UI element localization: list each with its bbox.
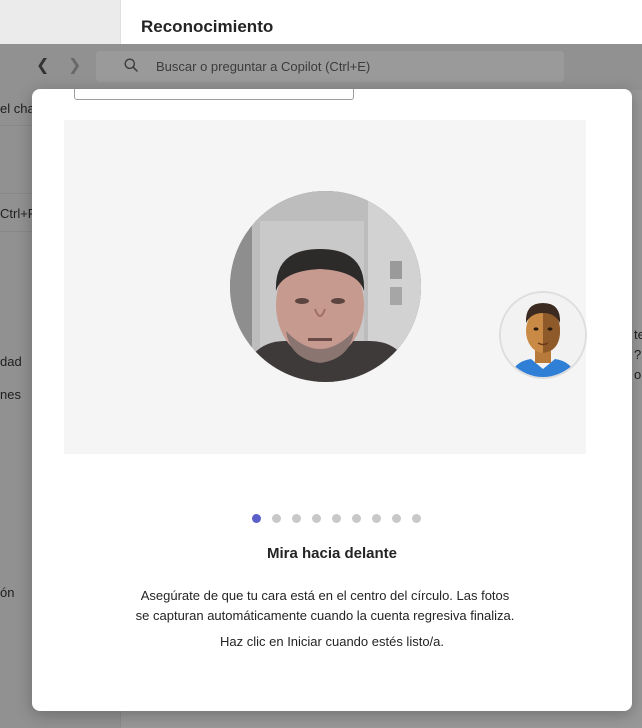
progress-dot-6 bbox=[351, 514, 361, 523]
progress-dot-8 bbox=[391, 514, 401, 523]
page-title: Reconocimiento bbox=[141, 17, 274, 36]
progress-dot-9 bbox=[411, 514, 421, 523]
instruction-line: Asegúrate de que tu cara está en el cent… bbox=[140, 588, 510, 603]
progress-dot-3 bbox=[291, 514, 301, 523]
avatar-illustration bbox=[499, 291, 587, 379]
instruction-text: Asegúrate de que tu cara está en el cent… bbox=[112, 586, 538, 626]
previous-step-frame bbox=[74, 89, 354, 100]
progress-dot-5 bbox=[331, 514, 341, 523]
progress-dot-4 bbox=[311, 514, 321, 523]
progress-dot-1 bbox=[251, 514, 261, 523]
step-progress-dots bbox=[32, 514, 632, 524]
instruction-line: se capturan automáticamente cuando la cu… bbox=[135, 608, 515, 623]
camera-capture-area bbox=[64, 120, 587, 454]
progress-dot-2 bbox=[271, 514, 281, 523]
step-title: Mira hacia delante bbox=[266, 545, 398, 562]
face-recognition-dialog: Mira hacia delante Asegúrate de que tu c… bbox=[32, 89, 632, 711]
start-hint-text: Haz clic en Iniciar cuando estés listo/a… bbox=[220, 634, 444, 649]
camera-preview bbox=[230, 191, 421, 382]
progress-dot-7 bbox=[371, 514, 381, 523]
